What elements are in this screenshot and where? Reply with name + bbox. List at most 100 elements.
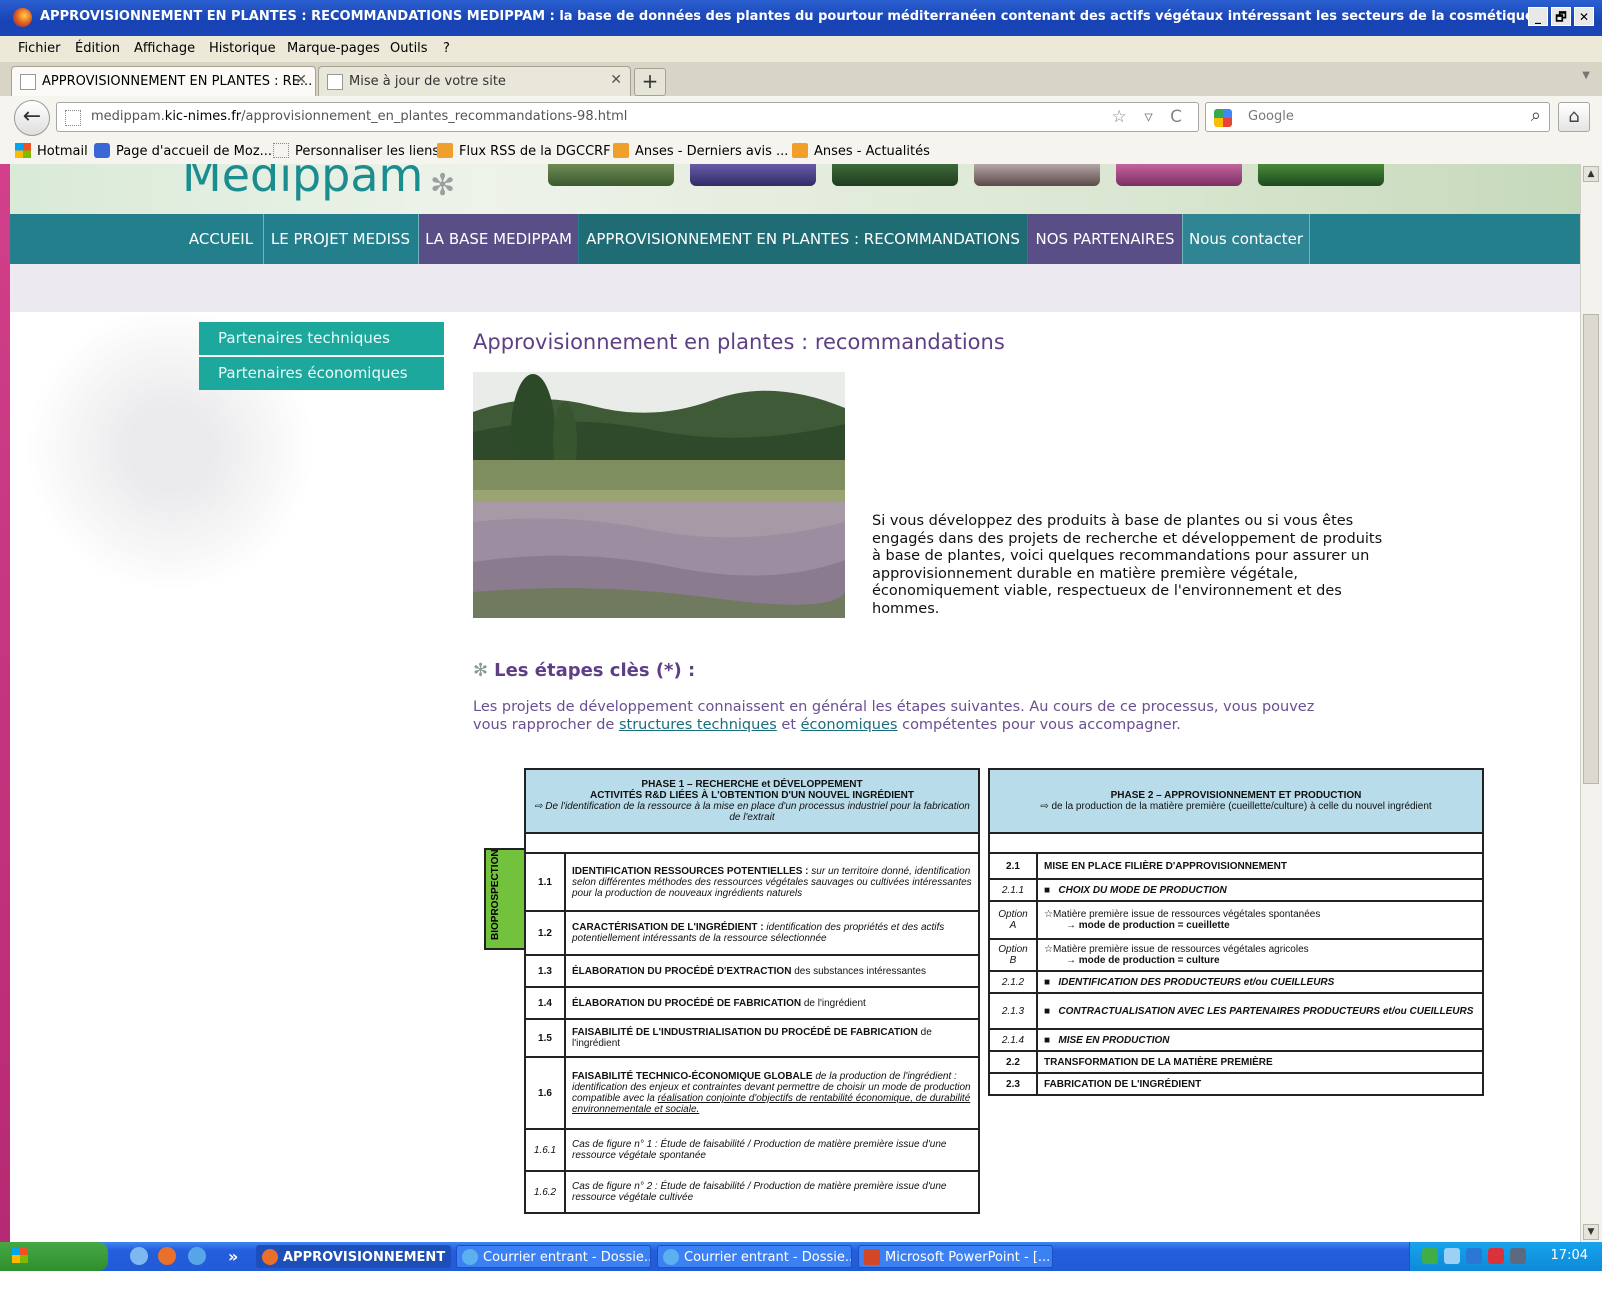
- table-row: 2.1.2 ■ IDENTIFICATION DES PRODUCTEURS et…: [988, 970, 1484, 994]
- quicklaunch-more-button[interactable]: »: [228, 1247, 238, 1266]
- sidebar-item-partenaires-techniques[interactable]: Partenaires techniques: [199, 322, 444, 355]
- menu-marque-pages[interactable]: Marque-pages: [287, 41, 380, 56]
- bookmark-personnaliser[interactable]: Personnaliser les liens: [273, 143, 439, 159]
- scroll-thumb[interactable]: [1583, 314, 1599, 784]
- nav-approvisionnement[interactable]: APPROVISIONNEMENT EN PLANTES : RECOMMAND…: [579, 214, 1027, 264]
- nav-projet-mediss[interactable]: LE PROJET MEDISS: [264, 214, 417, 264]
- table-row: 1.6 FAISABILITÉ TECHNICO-ÉCONOMIQUE GLOBA…: [524, 1056, 980, 1130]
- nav-separator: [1309, 214, 1310, 264]
- scroll-up-icon[interactable]: ▲: [1583, 166, 1599, 182]
- vertical-scrollbar[interactable]: ▲ ▼: [1580, 164, 1602, 1242]
- header-photo: [974, 164, 1100, 186]
- quicklaunch-firefox-icon[interactable]: [158, 1247, 176, 1265]
- bookmark-anses-actualites[interactable]: Anses - Actualités: [792, 143, 930, 159]
- site-header: Medippam ✻: [10, 164, 1580, 214]
- bookmark-hotmail[interactable]: Hotmail: [15, 143, 88, 159]
- tab-close-icon[interactable]: ✕: [610, 72, 622, 88]
- rss-icon: [437, 143, 453, 158]
- header-photo: [690, 164, 816, 186]
- table-row: 1.5 FAISABILITÉ DE L'INDUSTRIALISATION DU…: [524, 1018, 980, 1058]
- flower-icon: ✻: [473, 660, 489, 681]
- search-input[interactable]: Google: [1248, 109, 1294, 124]
- table-row: 2.3 FABRICATION DE L'INGRÉDIENT: [988, 1072, 1484, 1096]
- nav-base-medippam[interactable]: LA BASE MEDIPPAM: [419, 214, 578, 264]
- menu-affichage[interactable]: Affichage: [134, 41, 195, 56]
- nav-accueil[interactable]: ACCUEIL: [180, 214, 262, 264]
- outlook-icon: [663, 1249, 679, 1265]
- menu-fichier[interactable]: Fichier: [18, 41, 61, 56]
- bookmark-mozilla[interactable]: Page d'accueil de Moz...: [94, 143, 272, 159]
- taskbar-item-firefox[interactable]: APPROVISIONNEMENT ...: [256, 1245, 451, 1268]
- menu-bar: Fichier Édition Affichage Historique Mar…: [0, 36, 1602, 62]
- firefox-icon: [262, 1249, 278, 1265]
- menu-help[interactable]: ?: [443, 41, 450, 56]
- menu-outils[interactable]: Outils: [390, 41, 428, 56]
- table-row: 1.4 ÉLABORATION DU PROCÉDÉ DE FABRICATION…: [524, 986, 980, 1020]
- steps-heading: ✻ Les étapes clès (*) :: [473, 660, 696, 681]
- header-photo: [1116, 164, 1242, 186]
- bookmark-star-icon[interactable]: ☆ ▿ C: [1112, 107, 1188, 127]
- taskbar-item-courrier[interactable]: Courrier entrant - Dossie...: [456, 1245, 651, 1268]
- tab-approvisionnement[interactable]: APPROVISIONNEMENT EN PLANTES : RE... ✕: [11, 66, 316, 96]
- tab-list-icon[interactable]: ▼: [1582, 70, 1590, 81]
- table-row: Option B ☆Matière première issue de resso…: [988, 938, 1484, 972]
- landscape-photo: [473, 372, 845, 618]
- bookmark-anses-avis[interactable]: Anses - Derniers avis ...: [613, 143, 788, 159]
- nav-partenaires[interactable]: NOS PARTENAIRES: [1028, 214, 1182, 264]
- phase2-table: PHASE 2 – APPROVISIONNEMENT ET PRODUCTIO…: [988, 768, 1484, 1096]
- tray-sound-icon[interactable]: [1444, 1248, 1460, 1264]
- site-identity-icon[interactable]: [65, 110, 81, 126]
- powerpoint-icon: [864, 1249, 880, 1265]
- window-controls: _ 🗗 ✕: [1528, 7, 1594, 26]
- intro-text: Si vous développez des produits à base d…: [872, 513, 1383, 617]
- page-icon: [20, 74, 36, 90]
- search-box[interactable]: Google ⌕: [1205, 102, 1550, 132]
- tray-network-icon[interactable]: [1422, 1248, 1438, 1264]
- quicklaunch-desktop-icon[interactable]: [130, 1247, 148, 1265]
- bookmark-dgccrf[interactable]: Flux RSS de la DGCCRF: [437, 143, 611, 159]
- home-button[interactable]: ⌂: [1558, 102, 1590, 132]
- taskbar-item-powerpoint[interactable]: Microsoft PowerPoint - [...: [858, 1245, 1053, 1268]
- header-photo: [548, 164, 674, 186]
- scroll-down-icon[interactable]: ▼: [1583, 1224, 1599, 1240]
- menu-historique[interactable]: Historique: [209, 41, 276, 56]
- tray-security-icon[interactable]: [1488, 1248, 1504, 1264]
- google-icon[interactable]: [1214, 109, 1232, 127]
- menu-edition[interactable]: Édition: [75, 41, 120, 56]
- table-row: 1.6.2 Cas de figure n° 2 : Étude de faisa…: [524, 1170, 980, 1214]
- tab-close-icon[interactable]: ✕: [295, 72, 307, 88]
- nav-contact[interactable]: Nous contacter: [1183, 214, 1309, 264]
- start-button[interactable]: Démarrer: [0, 1242, 108, 1293]
- clock: 17:04: [1550, 1248, 1588, 1263]
- quicklaunch-ie-icon[interactable]: [188, 1247, 206, 1265]
- back-button[interactable]: ←: [14, 100, 50, 136]
- table-row: 2.1.1 ■ CHOIX DU MODE DE PRODUCTION: [988, 878, 1484, 902]
- windows-logo-icon: [12, 1247, 28, 1263]
- flower-icon: ✻: [430, 168, 456, 203]
- table-row: 1.2 CARACTÉRISATION DE L'INGRÉDIENT : ide…: [524, 910, 980, 956]
- close-window-button[interactable]: ✕: [1574, 7, 1594, 26]
- address-bar[interactable]: medippam.kic-nimes.fr/approvisionnement_…: [56, 102, 1199, 132]
- restore-button[interactable]: 🗗: [1551, 7, 1571, 26]
- page-title: Approvisionnement en plantes : recommand…: [473, 330, 1005, 354]
- firefox-icon: [13, 8, 32, 27]
- new-tab-button[interactable]: +: [634, 68, 666, 96]
- page-icon: [327, 74, 343, 90]
- table-row: 2.1.3 ■ CONTRACTUALISATION AVEC LES PARTE…: [988, 992, 1484, 1030]
- taskbar-item-courrier-2[interactable]: Courrier entrant - Dossie...: [657, 1245, 852, 1268]
- tab-mise-a-jour[interactable]: Mise à jour de votre site ✕: [318, 66, 631, 96]
- sidebar-item-partenaires-economiques[interactable]: Partenaires économiques: [199, 357, 444, 390]
- tray-sync-icon[interactable]: [1466, 1248, 1482, 1264]
- back-arrow-icon: ←: [22, 104, 42, 129]
- page-viewport: Medippam ✻ ACCUEIL LE PROJET MEDISS LA B…: [10, 164, 1580, 1242]
- steps-description: Les projets de développement connaissent…: [473, 699, 1315, 733]
- side-menu: Partenaires techniques Partenaires écono…: [199, 322, 444, 392]
- phase2-header: PHASE 2 – APPROVISIONNEMENT ET PRODUCTIO…: [988, 768, 1484, 834]
- search-icon[interactable]: ⌕: [1531, 105, 1541, 126]
- link-structures-techniques[interactable]: structures techniques: [619, 717, 777, 733]
- site-logo[interactable]: Medippam: [182, 164, 423, 202]
- link-economiques[interactable]: économiques: [801, 717, 898, 733]
- table-row: 2.2 TRANSFORMATION DE LA MATIÈRE PREMIÈRE: [988, 1050, 1484, 1074]
- tray-update-icon[interactable]: [1510, 1248, 1526, 1264]
- minimize-button[interactable]: _: [1528, 7, 1548, 26]
